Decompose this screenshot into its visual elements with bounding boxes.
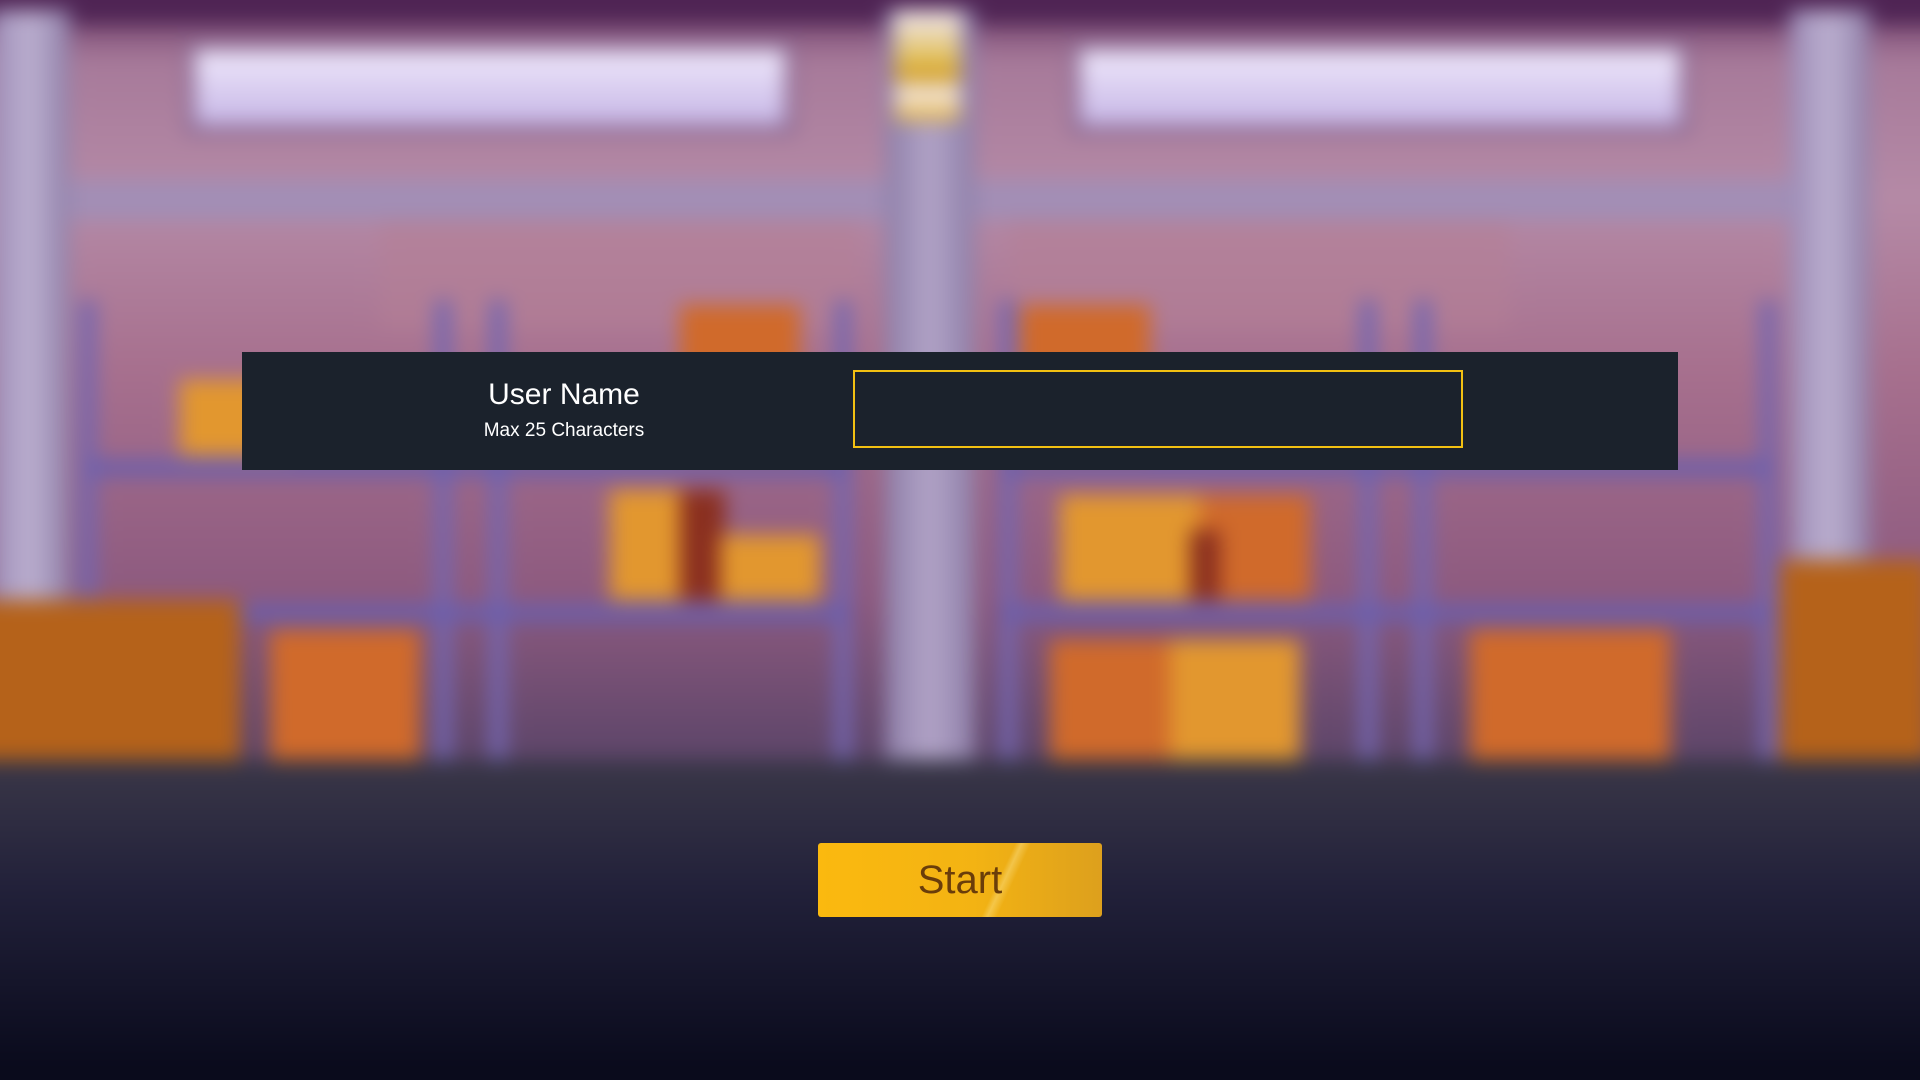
cargo-box (1060, 495, 1210, 600)
cargo-box (720, 535, 820, 600)
cargo-box (1470, 630, 1670, 760)
username-panel: User Name Max 25 Characters (242, 352, 1678, 470)
username-input[interactable] (853, 370, 1463, 448)
cargo-box (1190, 530, 1220, 600)
warehouse-floor (0, 760, 1920, 1080)
username-hint: Max 25 Characters (483, 420, 645, 441)
rack-shelf (1000, 605, 1770, 621)
username-label-group: User Name Max 25 Characters (242, 352, 886, 470)
skylight-left (185, 40, 795, 135)
cargo-box (1050, 640, 1170, 760)
cargo-box (680, 490, 725, 600)
cargo-box (1170, 640, 1300, 760)
warehouse-background (0, 0, 1920, 1080)
username-label: User Name (488, 378, 640, 411)
game-screen: User Name Max 25 Characters Start (0, 0, 1920, 1080)
start-button[interactable]: Start (818, 843, 1102, 917)
rack-post (1760, 300, 1776, 770)
cargo-box (270, 630, 420, 760)
warning-lamp (895, 10, 960, 120)
skylight-right (1070, 40, 1690, 135)
